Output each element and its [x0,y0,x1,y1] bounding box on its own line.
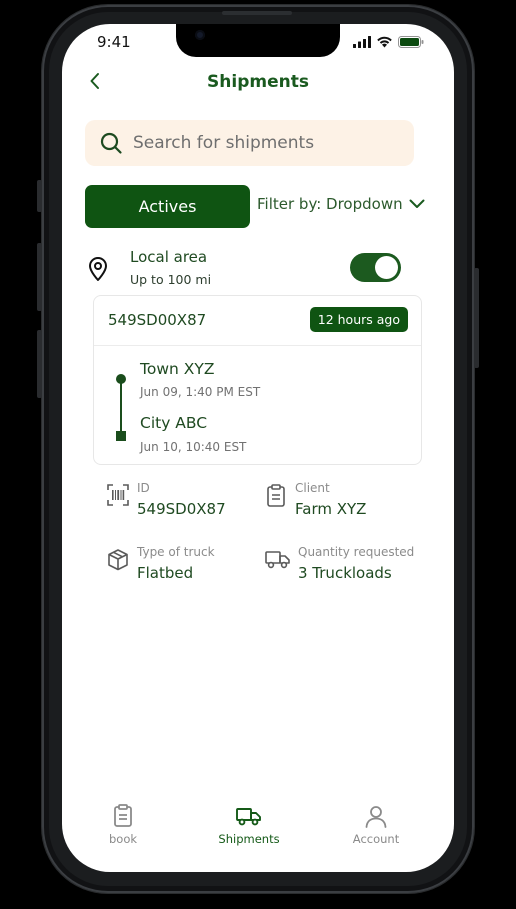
package-icon [108,549,128,571]
phone-volume-down [37,330,42,398]
truck-icon [265,551,290,569]
filter-dropdown[interactable]: Filter by: Dropdown [257,195,425,213]
destination-name: City ABC [140,414,208,432]
status-icons [353,36,424,48]
search-icon [100,132,122,154]
nav-item-account[interactable]: Account [331,804,421,846]
front-camera [195,30,205,40]
signal-icon [353,36,371,48]
detail-id-label: ID [137,481,150,495]
user-icon [365,806,387,828]
shipment-card[interactable]: 549SD00X87 12 hours ago Town XYZ Jun 09,… [93,295,422,465]
chevron-down-icon [409,199,425,208]
location-pin-icon [89,257,107,281]
origin-name: Town XYZ [140,360,215,378]
battery-icon [398,36,424,48]
nav-item-book[interactable]: book [78,804,168,846]
phone-power-button [474,268,479,368]
barcode-icon [107,484,129,506]
shipment-card-header: 549SD00X87 12 hours ago [94,296,421,346]
phone-volume-up [37,243,42,311]
detail-client-value: Farm XYZ [295,500,367,518]
search-input[interactable]: Search for shipments [85,120,414,166]
destination-square [116,431,126,441]
search-placeholder: Search for shipments [133,133,315,153]
local-area-toggle[interactable] [350,253,401,282]
nav-label-account: Account [352,832,400,846]
nav-label-shipments: Shipments [218,832,280,846]
status-time: 9:41 [97,33,131,51]
bottom-nav: book Shipments Account [62,804,454,864]
time-badge: 12 hours ago [309,307,408,332]
clipboard-icon [114,804,132,827]
app-screen: 9:41 Shipments Search for shipments Acti… [62,24,454,872]
detail-quantity-value: 3 Truckloads [298,564,392,582]
truck-icon [236,808,261,826]
clipboard-icon [267,484,285,507]
phone-notch [176,24,340,57]
nav-item-shipments[interactable]: Shipments [204,804,294,846]
phone-speaker [222,11,292,15]
filter-label: Filter by: Dropdown [257,195,403,213]
nav-label-book: book [108,832,138,846]
origin-time: Jun 09, 1:40 PM EST [140,385,261,399]
local-area-row: Local area Up to 100 mi [87,248,407,292]
page-title: Shipments [207,72,309,92]
phone-silent-switch [37,180,42,212]
detail-client-label: Client [295,481,330,495]
destination-time: Jun 10, 10:40 EST [140,440,247,454]
wifi-icon [377,36,392,48]
toggle-knob [375,256,398,279]
local-area-title: Local area [130,248,208,266]
route-line [120,380,122,434]
shipment-id: 549SD00X87 [108,311,207,329]
actives-button[interactable]: Actives [85,185,250,228]
detail-quantity-label: Quantity requested [298,545,415,559]
local-area-subtitle: Up to 100 mi [130,272,212,287]
detail-truck-label: Type of truck [137,545,215,559]
detail-truck-value: Flatbed [137,564,194,582]
detail-id-value: 549SD0X87 [137,500,226,518]
